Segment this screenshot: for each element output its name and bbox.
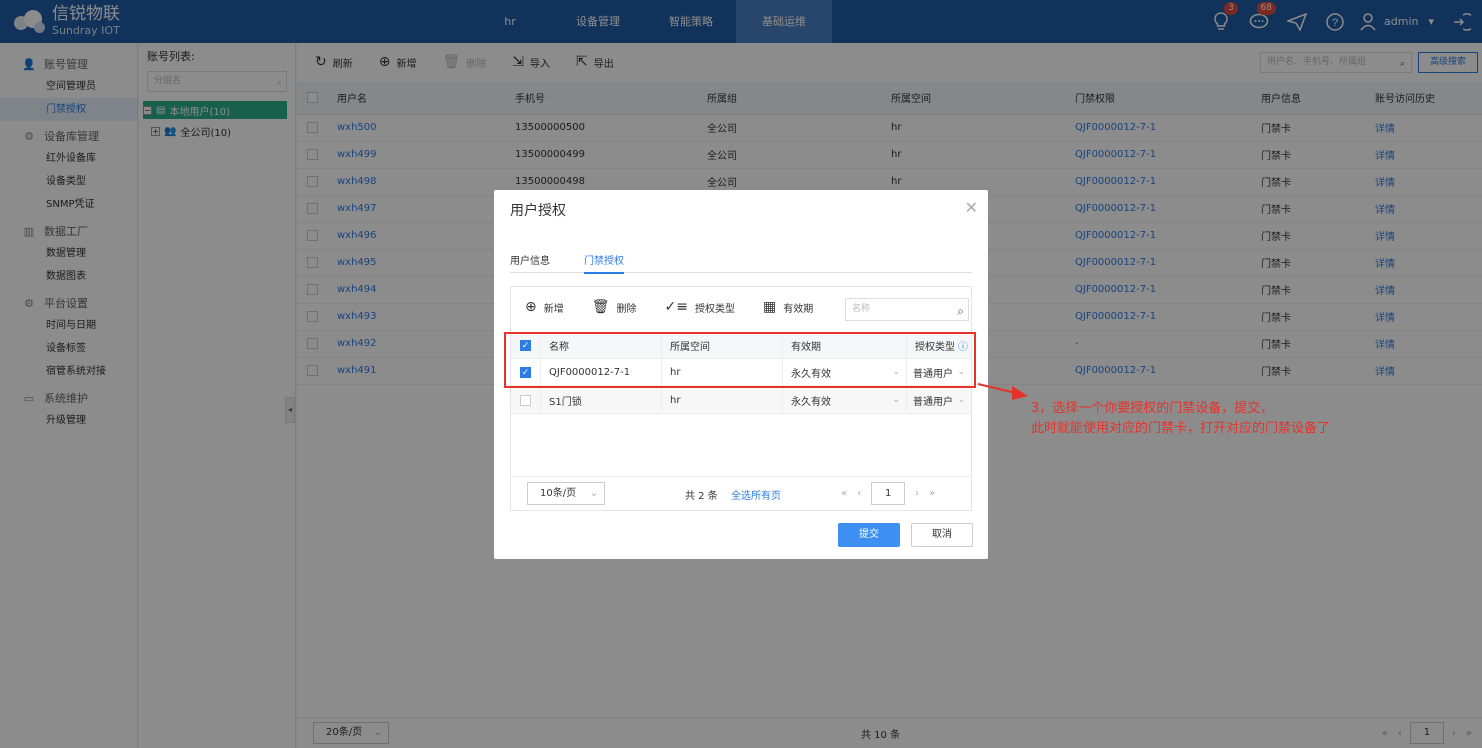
tab-user-info[interactable]: 用户信息: [510, 252, 550, 267]
annotation-line-1: 3，选择一个你要授权的门禁设备，提交，: [1031, 401, 1274, 416]
authorization-panel: ⊕ 新增 🗑 删除 ✓≡ 授权类型 ▦ 有效期 名称 ⌕ ✓ 名称 所属空间 有效期 授权类型 ⓘ…: [510, 286, 972, 511]
close-icon[interactable]: ✕: [965, 198, 978, 217]
device-space: hr: [670, 394, 681, 406]
remove-device-button[interactable]: 🗑 删除: [592, 299, 637, 315]
device-name-search-input[interactable]: 名称 ⌕: [845, 298, 969, 321]
auth-type-value: 普通用户: [913, 396, 953, 408]
chevron-down-icon: ⌄: [957, 395, 965, 405]
auth-table-row[interactable]: S1门锁 hr 永久有效 ⌄ 普通用户 ⌄: [511, 387, 971, 414]
dialog-page-size-value: 10条/页: [540, 488, 577, 499]
dialog-tabs: 用户信息 门禁授权: [510, 248, 972, 274]
annotation-line-2: 此时就能使用对应的门禁卡，打开对应的门禁设备了: [1031, 421, 1331, 436]
plus-circle-icon: ⊕: [525, 299, 537, 315]
submit-button[interactable]: 提交: [838, 523, 900, 547]
device-search-placeholder: 名称: [852, 304, 871, 314]
authorization-toolbar: ⊕ 新增 🗑 删除 ✓≡ 授权类型 ▦ 有效期: [525, 299, 841, 315]
dialog-pagination: 10条/页 ⌄ 共 2 条 全选所有页 « ‹ 1 › »: [511, 476, 971, 510]
trash-icon: 🗑: [591, 299, 610, 315]
dialog-pager: « ‹ 1 › »: [841, 482, 935, 505]
calendar-icon: ▦: [762, 299, 777, 315]
tab-access-authorization[interactable]: 门禁授权: [584, 252, 624, 274]
row-checkbox[interactable]: [520, 394, 531, 406]
dialog-total-count: 共 2 条: [685, 491, 718, 502]
highlight-box: [504, 332, 976, 388]
auth-type-button[interactable]: ✓≡ 授权类型: [665, 299, 735, 315]
dialog-title: 用户授权: [510, 203, 566, 219]
auth-type-select[interactable]: 普通用户 ⌄: [907, 387, 971, 413]
chevron-down-icon: ⌄: [892, 395, 900, 405]
validity-value: 永久有效: [791, 396, 831, 408]
cancel-button[interactable]: 取消: [911, 523, 973, 547]
validity-label: 有效期: [783, 303, 814, 315]
dialog-page-size-select[interactable]: 10条/页 ⌄: [527, 482, 605, 505]
remove-device-label: 删除: [616, 303, 637, 315]
validity-button[interactable]: ▦ 有效期: [763, 299, 813, 315]
annotation-text: 3，选择一个你要授权的门禁设备，提交， 此时就能使用对应的门禁卡，打开对应的门禁…: [1031, 399, 1330, 439]
prev-page-icon[interactable]: ‹: [857, 488, 861, 499]
last-page-icon[interactable]: »: [929, 488, 935, 499]
select-all-pages-link[interactable]: 全选所有页: [731, 487, 781, 502]
add-device-label: 新增: [543, 303, 564, 315]
auth-type-label: 授权类型: [694, 303, 735, 315]
next-page-icon[interactable]: ›: [915, 488, 919, 499]
device-name: S1门锁: [549, 396, 582, 408]
validity-select[interactable]: 永久有效 ⌄: [783, 387, 907, 413]
first-page-icon[interactable]: «: [841, 488, 847, 499]
chevron-down-icon: ⌄: [589, 488, 598, 499]
search-icon[interactable]: ⌕: [957, 301, 964, 322]
dialog-page-number-input[interactable]: 1: [871, 482, 906, 505]
annotation-arrow-icon: [977, 383, 1028, 400]
check-list-icon: ✓≡: [664, 299, 688, 315]
add-device-button[interactable]: ⊕ 新增: [525, 299, 564, 315]
